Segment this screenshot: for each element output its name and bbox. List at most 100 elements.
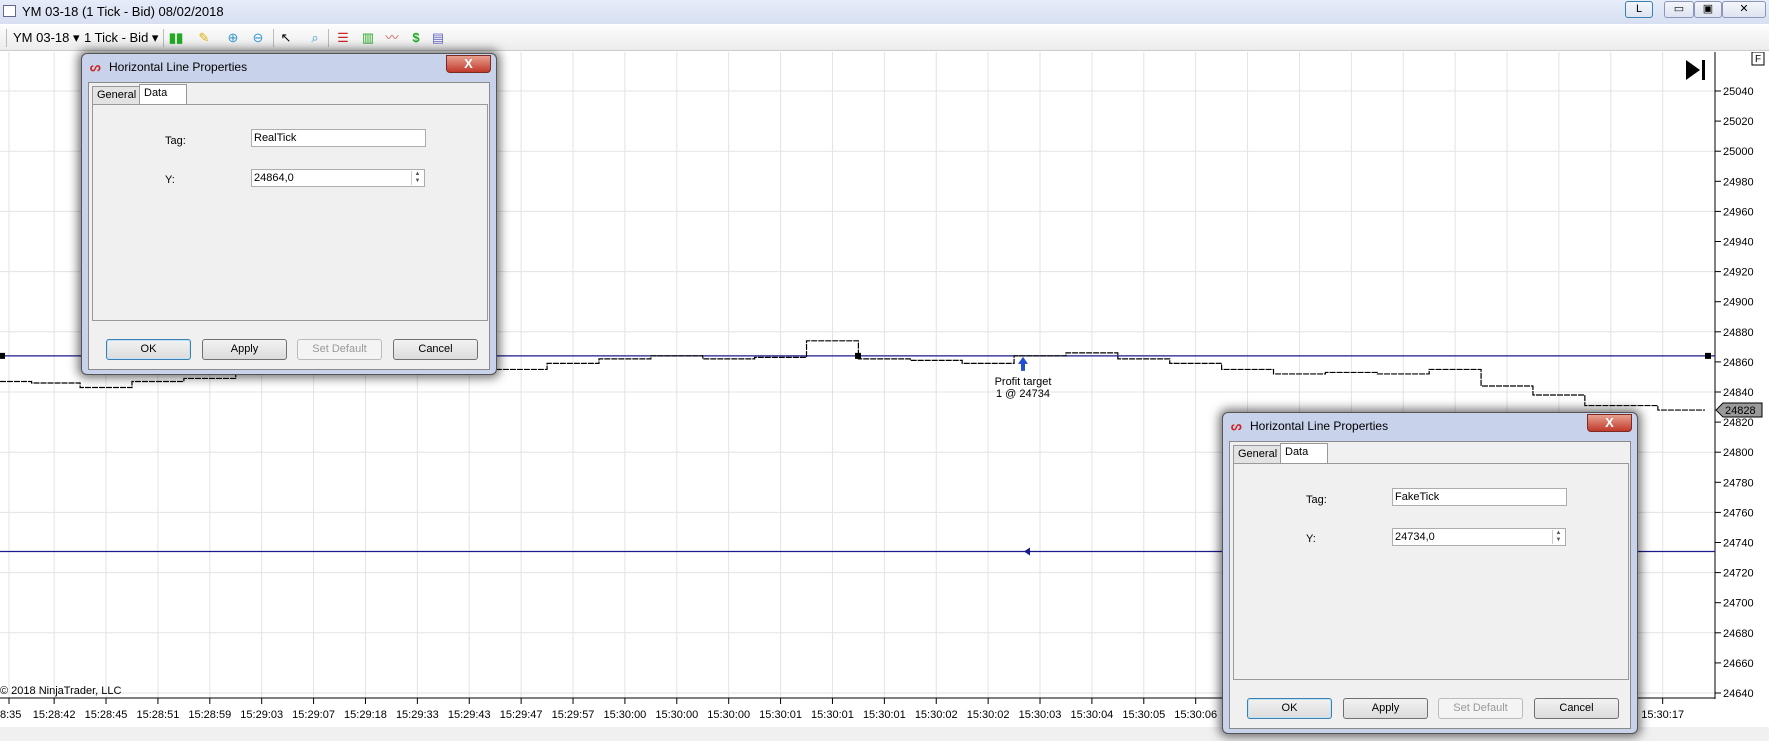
time-tick-label: 15:30:00 <box>603 709 646 721</box>
profit-target-label: Profit target <box>995 376 1052 388</box>
title-bar: YM 03-18 (1 Tick - Bid) 08/02/2018 L ▭ ▣… <box>0 0 1769 24</box>
chart-style-icon[interactable]: ▮▮ <box>168 30 184 46</box>
price-tick-label: 24720 <box>1723 568 1754 580</box>
instrument-selector[interactable]: YM 03-18 ▾ <box>13 30 80 46</box>
tag-input[interactable]: RealTick <box>251 129 426 147</box>
ok-button[interactable]: OK <box>1247 698 1332 719</box>
price-tick-label: 24880 <box>1723 327 1754 339</box>
time-tick-label: 15:28:42 <box>33 709 76 721</box>
price-tick-label: 24960 <box>1723 206 1754 218</box>
time-tick-label: 15:29:07 <box>292 709 335 721</box>
zoom-in-icon[interactable]: ⊕ <box>225 30 241 46</box>
time-tick-label: 15:28:45 <box>85 709 128 721</box>
price-tick-label: 24980 <box>1723 176 1754 188</box>
line-anchor-handle <box>1705 352 1711 359</box>
time-tick-label: 15:30:01 <box>759 709 802 721</box>
y-value-stepper[interactable]: 24734,0 ▲ ▼ <box>1392 528 1566 546</box>
time-tick-label: 15:30:06 <box>1174 709 1217 721</box>
y-value-stepper[interactable]: 24864,0 ▲ ▼ <box>251 169 425 187</box>
order-panel-icon[interactable]: ☰ <box>335 30 351 46</box>
profit-target-quantity: 1 @ 24734 <box>996 388 1050 400</box>
time-tick-label: 15:29:43 <box>448 709 491 721</box>
apply-button[interactable]: Apply <box>202 339 287 360</box>
link-button[interactable]: L <box>1625 1 1653 18</box>
tab-data[interactable]: Data <box>139 84 187 105</box>
cancel-button[interactable]: Cancel <box>393 339 478 360</box>
apply-button[interactable]: Apply <box>1343 698 1428 719</box>
chart-app-icon <box>3 5 16 17</box>
chart-toolbar: YM 03-18 ▾ 1 Tick - Bid ▾ ▮▮ ✎ ⊕ ⊖ ↖ ⌕ ☰… <box>0 25 1769 51</box>
time-tick-label: 15:30:01 <box>863 709 906 721</box>
data-panel: Tag: FakeTick Y: 24734,0 ▲ ▼ <box>1233 463 1629 680</box>
profit-target-arrow-icon <box>1018 356 1028 371</box>
cancel-button[interactable]: Cancel <box>1534 698 1619 719</box>
time-tick-label: 15:30:05 <box>1122 709 1165 721</box>
tag-input[interactable]: FakeTick <box>1392 488 1567 506</box>
time-tick-label: 15:29:18 <box>344 709 387 721</box>
spin-arrows-icon[interactable]: ▲ ▼ <box>411 171 423 185</box>
drawing-tools-pencil-icon[interactable]: ✎ <box>196 30 212 46</box>
set-default-button: Set Default <box>297 339 382 360</box>
magnifier-icon[interactable]: ⌕ <box>307 30 323 46</box>
data-panel: Tag: RealTick Y: 24864,0 ▲ ▼ <box>92 104 488 321</box>
dialog-body: General Data Tag: FakeTick Y: 24734,0 ▲ ▼ … <box>1229 441 1631 729</box>
price-tick-label: 24680 <box>1723 628 1754 640</box>
dialog-title: ᔕ Horizontal Line Properties <box>1231 413 1388 439</box>
time-tick-label: 15:29:57 <box>552 709 595 721</box>
window-title: YM 03-18 (1 Tick - Bid) 08/02/2018 <box>22 4 224 19</box>
data-box-icon[interactable]: ▤ <box>430 30 446 46</box>
tag-label: Tag: <box>1306 494 1327 506</box>
time-tick-label: 15:30:17 <box>1641 709 1684 721</box>
interval-selector[interactable]: 1 Tick - Bid ▾ <box>84 30 158 46</box>
price-tick-label: 24820 <box>1723 417 1754 429</box>
y-label: Y: <box>1306 533 1316 545</box>
price-tick-label: 24920 <box>1723 267 1754 279</box>
time-tick-label: 15:30:02 <box>967 709 1010 721</box>
price-tick-label: 25000 <box>1723 146 1754 158</box>
dialog-title: ᔕ Horizontal Line Properties <box>90 54 247 80</box>
price-tick-label: 24700 <box>1723 598 1754 610</box>
time-tick-label: 8:35 <box>0 709 21 721</box>
close-window-button[interactable]: ✕ <box>1722 1 1766 18</box>
y-label: Y: <box>165 174 175 186</box>
ninjatrader-logo-icon: ᔕ <box>90 60 101 74</box>
maximize-button[interactable]: ▣ <box>1694 1 1722 18</box>
dialog-close-button[interactable]: X <box>1587 414 1632 432</box>
cursor-pointer-icon[interactable]: ↖ <box>278 30 294 46</box>
horizontal-line-properties-dialog-faketick: ᔕ Horizontal Line Properties X General Da… <box>1222 412 1638 734</box>
ninjatrader-logo-icon: ᔕ <box>1231 419 1242 433</box>
dialog-close-button[interactable]: X <box>446 55 491 73</box>
price-tick-label: 24740 <box>1723 538 1754 550</box>
price-tick-label: 24860 <box>1723 357 1754 369</box>
tab-general[interactable]: General <box>1233 445 1283 463</box>
ok-button[interactable]: OK <box>106 339 191 360</box>
time-tick-label: 15:29:33 <box>396 709 439 721</box>
scroll-to-end-icon[interactable] <box>1686 60 1700 80</box>
time-tick-label: 15:30:01 <box>811 709 854 721</box>
set-default-button: Set Default <box>1438 698 1523 719</box>
price-tick-label: 24760 <box>1723 507 1754 519</box>
spin-arrows-icon[interactable]: ▲ ▼ <box>1552 530 1564 544</box>
zoom-out-icon[interactable]: ⊖ <box>250 30 266 46</box>
time-tick-label: 15:29:47 <box>500 709 543 721</box>
price-tick-label: 25020 <box>1723 116 1754 128</box>
time-tick-label: 15:30:03 <box>1019 709 1062 721</box>
dollar-icon[interactable]: $ <box>408 30 424 46</box>
time-tick-label: 15:28:51 <box>137 709 180 721</box>
fixed-scale-flag: F <box>1755 54 1761 65</box>
time-tick-label: 15:30:04 <box>1070 709 1113 721</box>
scroll-to-end-bar <box>1702 60 1705 80</box>
tab-general[interactable]: General <box>92 86 142 104</box>
copyright-text: © 2018 NinjaTrader, LLC <box>0 685 121 697</box>
indicators-icon[interactable]: ▥ <box>360 30 376 46</box>
price-tick-label: 24660 <box>1723 658 1754 670</box>
time-tick-label: 15:28:59 <box>188 709 231 721</box>
tab-data[interactable]: Data <box>1280 443 1328 464</box>
minimize-button[interactable]: ▭ <box>1664 1 1694 18</box>
price-tick-label: 24800 <box>1723 447 1754 459</box>
strategies-icon[interactable]: 〰 <box>384 30 400 46</box>
price-tick-label: 24940 <box>1723 237 1754 249</box>
time-tick-label: 15:29:03 <box>240 709 283 721</box>
price-tick-label: 24780 <box>1723 477 1754 489</box>
tag-label: Tag: <box>165 135 186 147</box>
